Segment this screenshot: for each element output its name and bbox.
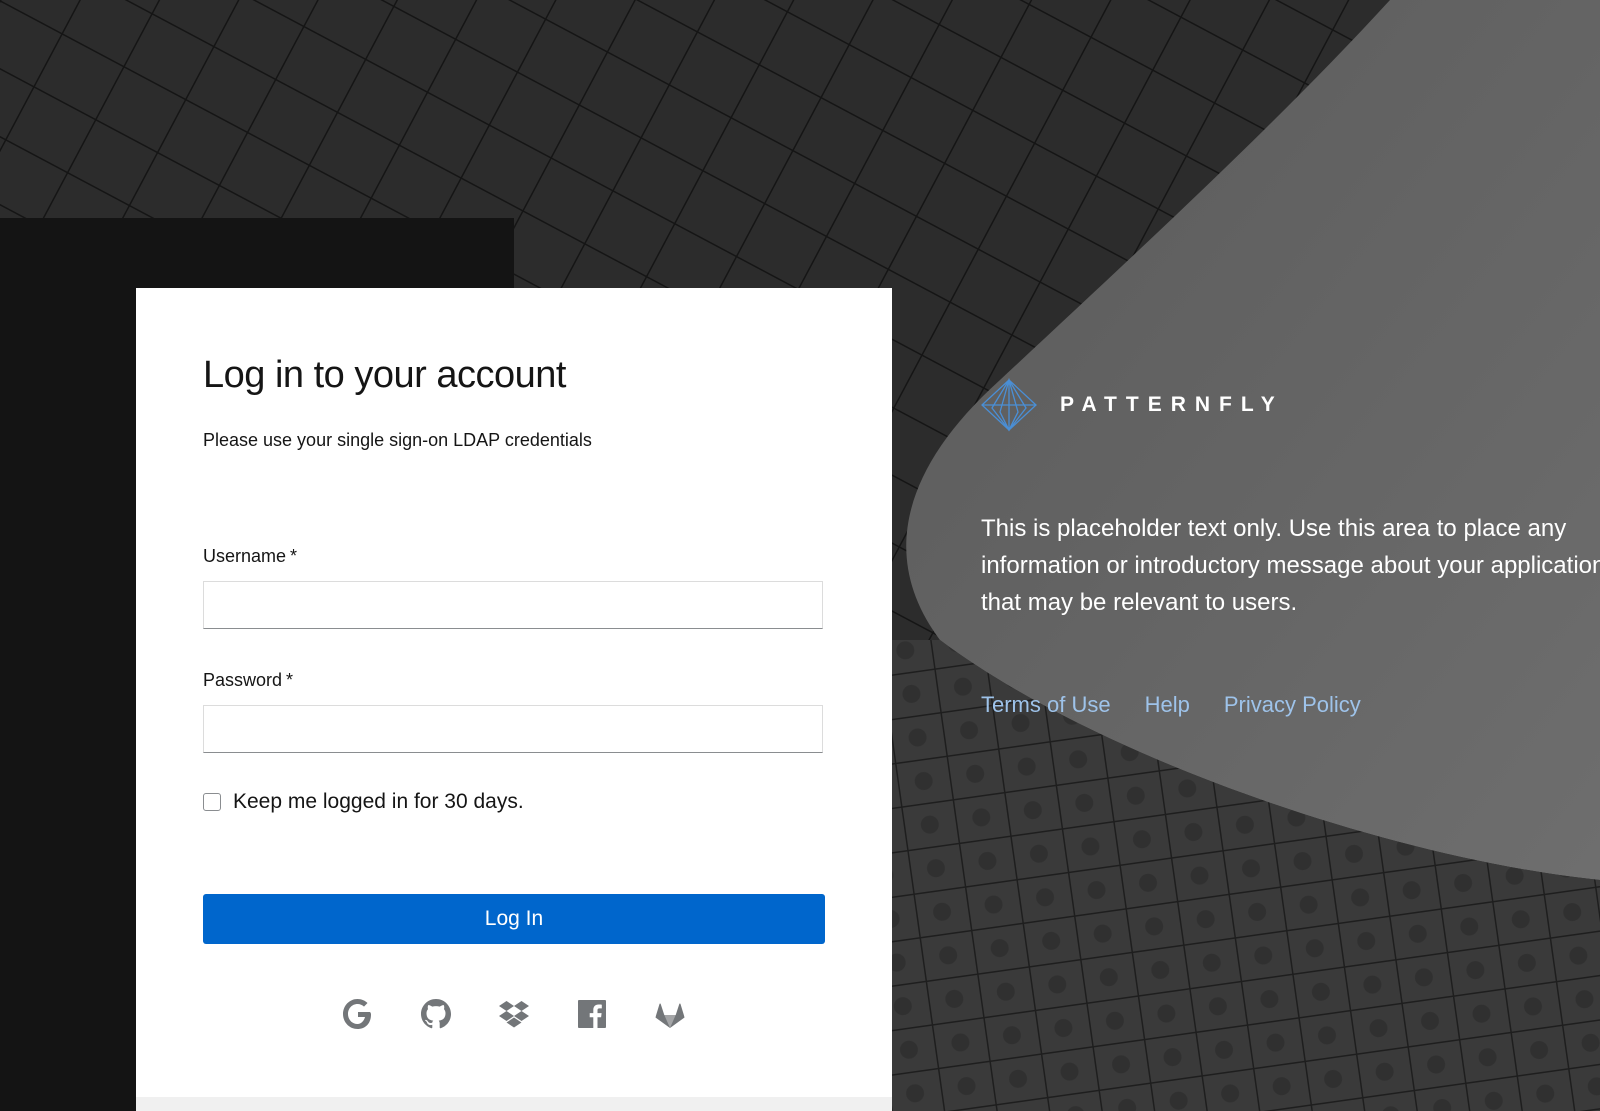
login-button[interactable]: Log In: [203, 894, 825, 944]
footer-links: Terms of Use Help Privacy Policy: [981, 692, 1361, 718]
dropbox-icon[interactable]: [496, 996, 532, 1032]
terms-of-use-link[interactable]: Terms of Use: [981, 692, 1111, 718]
info-text: This is placeholder text only. Use this …: [981, 515, 1600, 616]
password-input[interactable]: [203, 705, 823, 753]
password-label-text: Password: [203, 670, 283, 690]
login-title: Log in to your account: [203, 354, 566, 396]
social-login-row: [136, 996, 892, 1032]
facebook-icon[interactable]: [574, 996, 610, 1032]
password-label: Password *: [203, 670, 293, 691]
login-card: Log in to your account Please use your s…: [136, 288, 892, 1111]
remember-me-label[interactable]: Keep me logged in for 30 days.: [233, 790, 524, 814]
username-input[interactable]: [203, 581, 823, 629]
remember-me-checkbox[interactable]: [203, 793, 221, 811]
required-marker: *: [290, 546, 298, 566]
remember-me-row[interactable]: Keep me logged in for 30 days.: [203, 790, 524, 814]
card-footer-strip: [136, 1097, 892, 1111]
brand: PATTERNFLY: [980, 378, 1284, 432]
github-icon[interactable]: [418, 996, 454, 1032]
google-icon[interactable]: [340, 996, 376, 1032]
help-link[interactable]: Help: [1145, 692, 1190, 718]
required-marker: *: [286, 670, 294, 690]
gitlab-icon[interactable]: [652, 996, 688, 1032]
username-label-text: Username: [203, 546, 287, 566]
privacy-policy-link[interactable]: Privacy Policy: [1224, 692, 1361, 718]
patternfly-logo-icon: [981, 378, 1037, 432]
username-label: Username *: [203, 546, 297, 567]
brand-name: PATTERNFLY: [1060, 393, 1284, 416]
login-subtitle: Please use your single sign-on LDAP cred…: [203, 430, 592, 450]
